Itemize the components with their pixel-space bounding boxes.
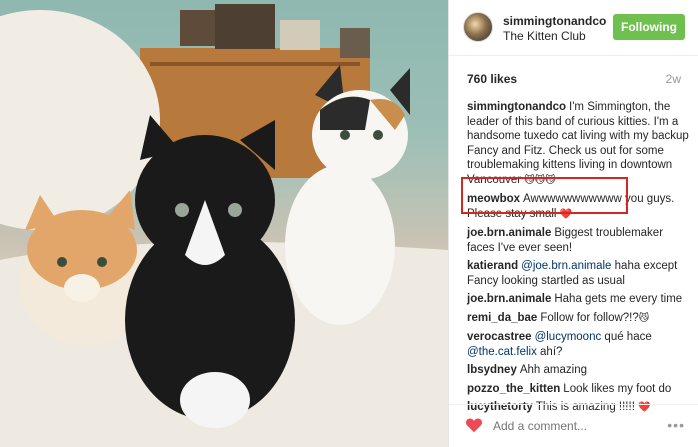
comment: katierand @joe.brn.animale haha except Fa… (467, 259, 689, 288)
post-photo[interactable] (0, 0, 448, 447)
comment-username[interactable]: verocastree (467, 331, 532, 343)
likes-row: 760 likes 2w (467, 72, 681, 86)
header-username[interactable]: simmingtonandco (503, 14, 606, 29)
comment-username[interactable]: katierand (467, 260, 518, 272)
post-time[interactable]: 2w (666, 72, 681, 86)
comment-footer: ••• (449, 404, 698, 447)
comment-text: Look likes my foot do (563, 382, 672, 395)
comment: pozzo_the_kitten Look likes my foot do (467, 382, 689, 397)
highlight-box (461, 177, 628, 214)
frame (340, 28, 370, 58)
likes-count[interactable]: 760 likes (467, 72, 517, 86)
comment: joe.brn.animale Haha gets me every time (467, 292, 689, 307)
comment-text: ahí? (536, 345, 563, 358)
frame (180, 10, 220, 46)
header-location[interactable]: The Kitten Club (503, 29, 606, 44)
comment-text: Follow for follow?!? (540, 311, 639, 324)
comment-mention[interactable]: @lucymoonc (535, 331, 602, 343)
comment: verocastree @lucymoonc qué hace @the.cat.… (467, 330, 689, 359)
comment: joe.brn.animale Biggest troublemaker face… (467, 226, 689, 255)
comment-text: I'm Simmington, the leader of this band … (467, 101, 689, 186)
comment-text: Haha gets me every time (554, 293, 683, 305)
kittens-image (0, 4, 448, 447)
comment-username[interactable]: joe.brn.animale (467, 293, 551, 305)
post-header: simmingtonandco The Kitten Club Followin… (449, 0, 698, 56)
comment-text: Ahh amazing (519, 364, 587, 376)
more-options-icon[interactable]: ••• (667, 417, 685, 433)
frame (280, 20, 320, 50)
kitten-emoji-icon: 😼 (638, 312, 650, 324)
comment-text: qué hace (601, 331, 652, 343)
frame (215, 4, 275, 49)
comment: simmingtonandco I'm Simmington, the leade… (467, 100, 689, 188)
avatar[interactable] (463, 12, 493, 42)
comment-mention[interactable]: @joe.brn.animale (521, 260, 611, 272)
comment: lbsydney Ahh amazing (467, 363, 689, 378)
heart-icon[interactable] (465, 417, 483, 433)
tuxedo-kitten (125, 115, 295, 428)
comment: remi_da_bae Follow for follow?!?😼 (467, 311, 689, 327)
comment-username[interactable]: remi_da_bae (467, 312, 537, 324)
add-comment-input[interactable] (493, 417, 643, 435)
comment-mention[interactable]: @the.cat.felix (467, 346, 537, 358)
following-button[interactable]: Following (613, 14, 685, 40)
comment-username[interactable]: pozzo_the_kitten (467, 383, 560, 395)
user-block: simmingtonandco The Kitten Club (503, 14, 606, 44)
post-sidebar: simmingtonandco The Kitten Club Followin… (448, 0, 698, 447)
comment-username[interactable]: joe.brn.animale (467, 227, 551, 239)
comment-username[interactable]: lbsydney (467, 364, 517, 376)
comment-list: simmingtonandco I'm Simmington, the leade… (467, 100, 689, 420)
comment-username[interactable]: simmingtonandco (467, 101, 566, 113)
